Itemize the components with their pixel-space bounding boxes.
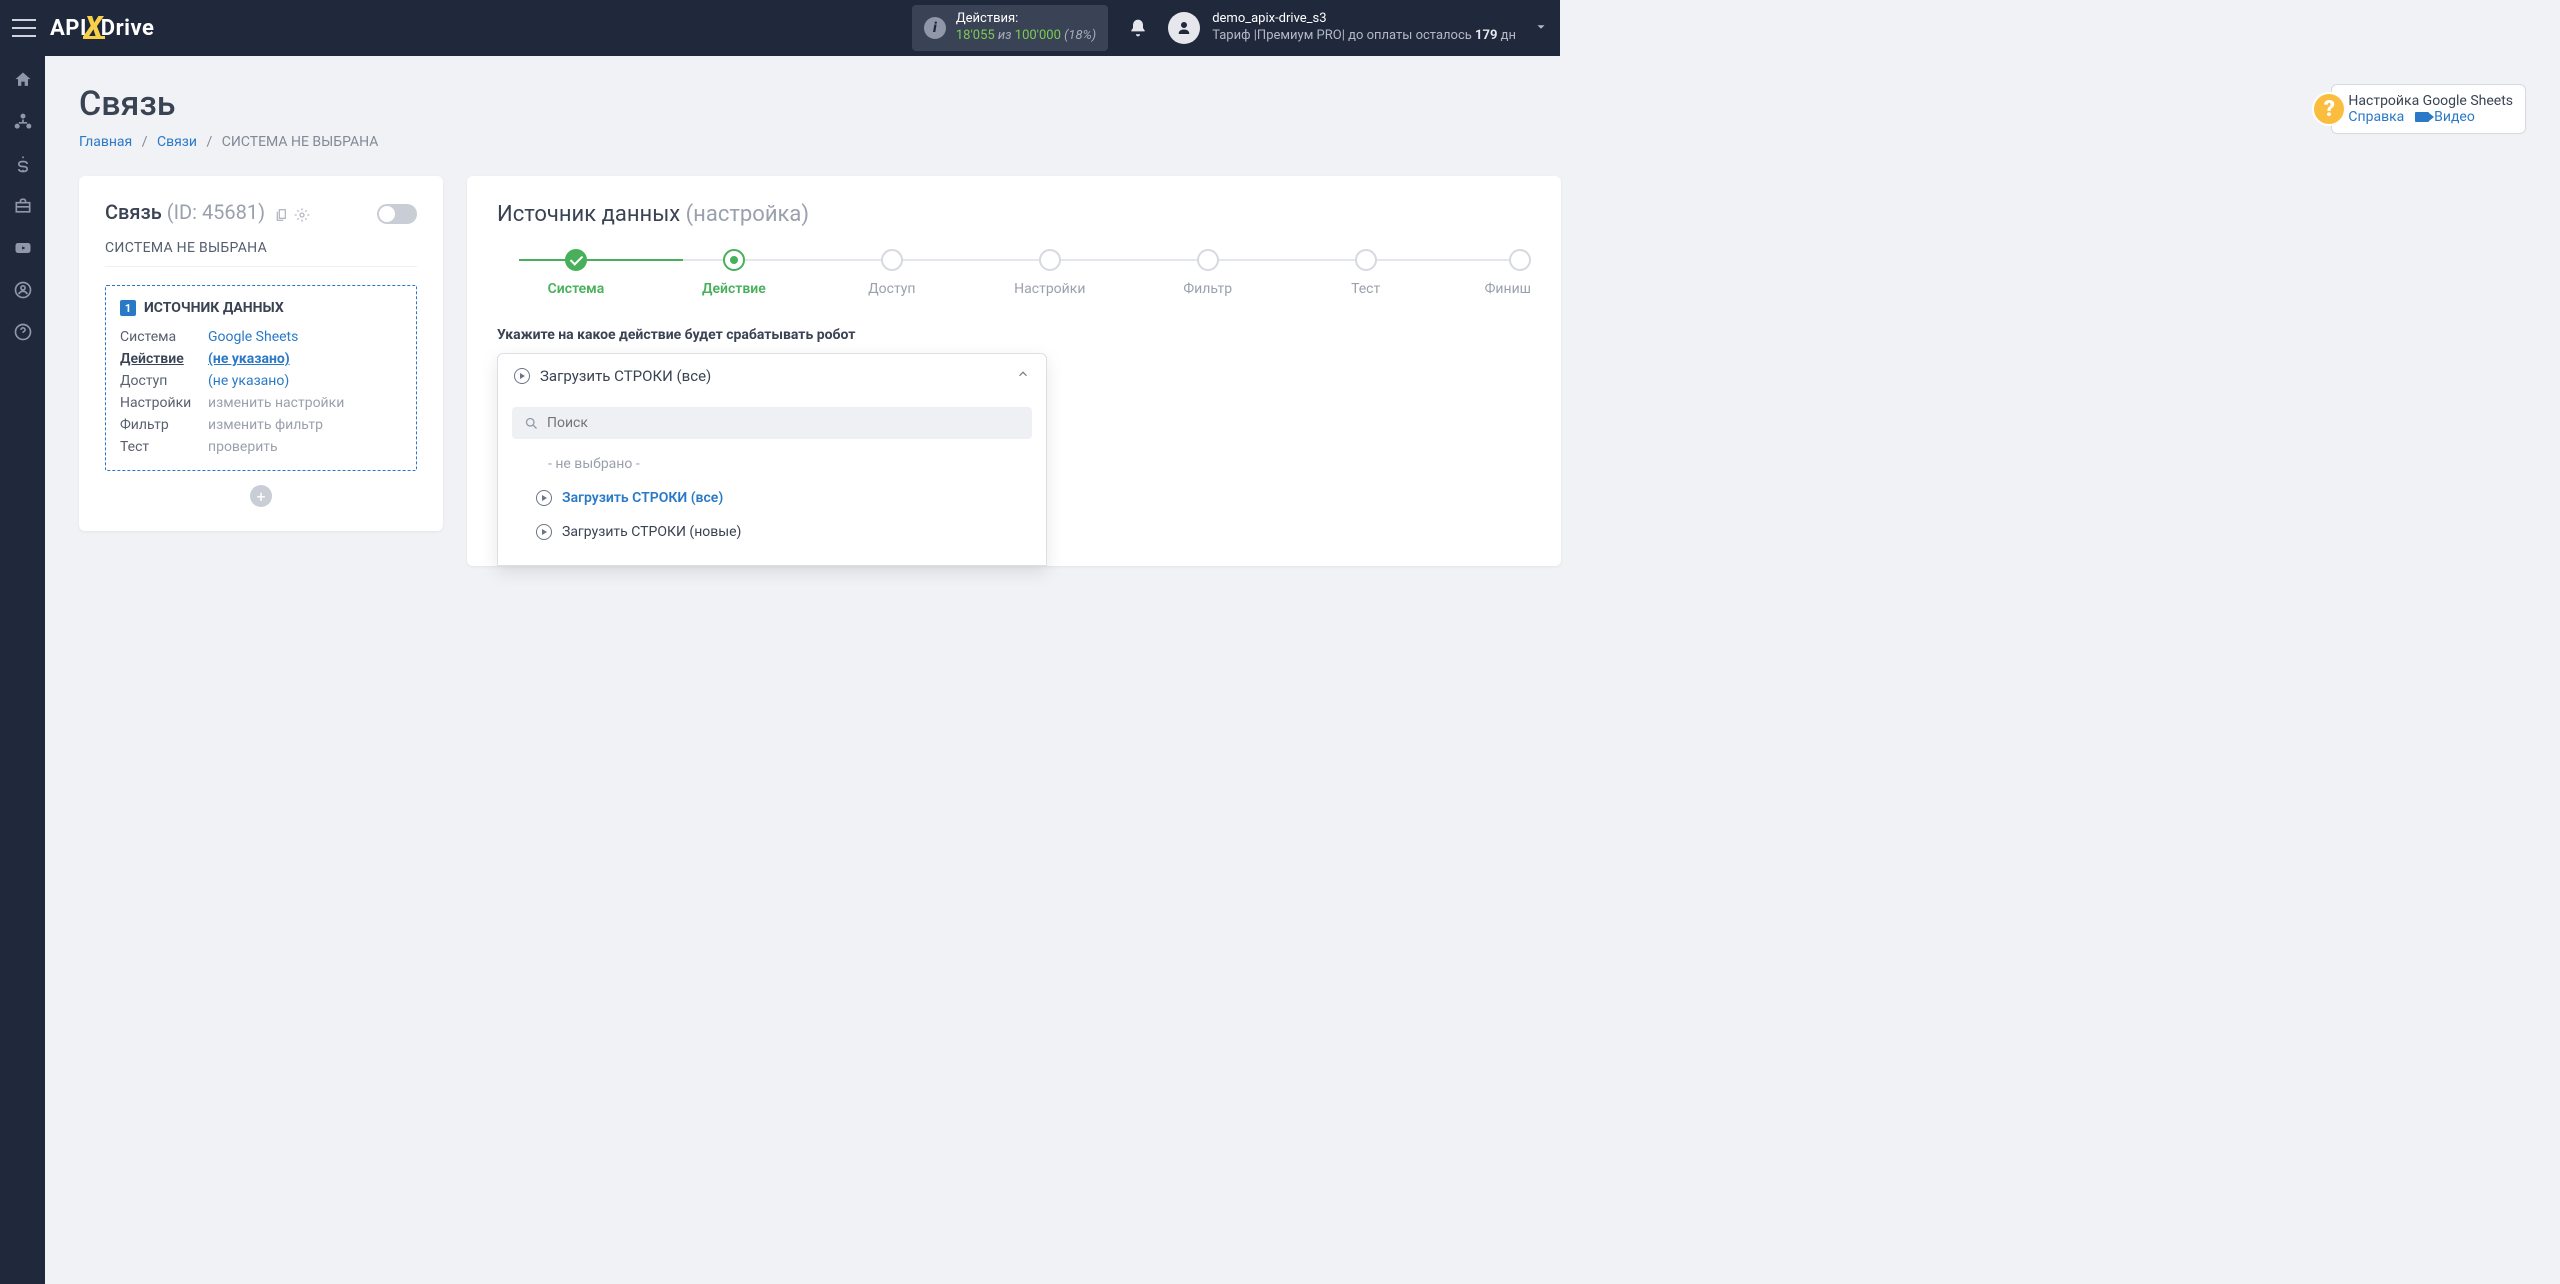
source-config-card: Источник данных (настройка) Система Дейс… [467,176,1561,566]
user-info[interactable]: demo_apix-drive_s3 Тариф |Премиум PRO| д… [1212,11,1516,45]
source-data-title: 1 ИСТОЧНИК ДАННЫХ [120,300,402,316]
help-title: Настройка Google Sheets [2348,93,2513,109]
actions-values: 18'055 из 100'000 (18%) [956,28,1096,45]
step-settings[interactable]: Настройки [971,249,1129,297]
search-icon [524,416,539,431]
action-selected-value: Загрузить СТРОКИ (все) [540,367,1016,385]
action-dropdown: - не выбрано - Загрузить СТРОКИ (все) За… [498,397,1046,565]
play-icon [514,368,530,384]
youtube-icon[interactable] [13,238,33,258]
play-icon [536,490,552,506]
step-system[interactable]: Система [497,249,655,297]
action-search-input[interactable] [547,415,1020,431]
user-menu-chevron-icon[interactable] [1534,19,1548,38]
gear-icon[interactable] [294,207,310,223]
row-action[interactable]: Действие (не указано) [120,348,402,370]
home-icon[interactable] [13,70,33,90]
action-select: Загрузить СТРОКИ (все) - не выбрано - За… [497,353,1047,566]
source-config-title: Источник данных (настройка) [497,202,1531,227]
connections-icon[interactable] [13,112,33,132]
user-name: demo_apix-drive_s3 [1212,11,1516,28]
actions-usage-block[interactable]: i Действия: 18'055 из 100'000 (18%) [912,5,1108,51]
step-access[interactable]: Доступ [813,249,971,297]
info-icon: i [924,17,946,39]
step-1-badge: 1 [120,300,136,316]
option-load-new[interactable]: Загрузить СТРОКИ (новые) [512,515,1032,549]
sidebar-nav [0,56,45,1284]
billing-icon[interactable] [13,154,33,174]
chevron-up-icon [1016,366,1030,385]
help-box: ? Настройка Google Sheets Справка Видео [2331,84,2526,134]
tariff-info: Тариф |Премиум PRO| до оплаты осталось 1… [1212,28,1516,45]
step-action[interactable]: Действие [655,249,813,297]
row-filter[interactable]: Фильтр изменить фильтр [120,414,402,436]
actions-label: Действия: [956,11,1096,28]
stepper: Система Действие Доступ Настройки Фильтр… [497,249,1531,297]
help-badge-icon[interactable]: ? [2312,92,2346,126]
user-avatar-icon[interactable] [1168,12,1200,44]
breadcrumb-current: СИСТЕМА НЕ ВЫБРАНА [222,134,379,150]
connection-card: Связь (ID: 45681) СИСТЕМА НЕ ВЫБРАНА 1 И… [79,176,443,531]
breadcrumb-home[interactable]: Главная [79,134,132,150]
add-destination-button[interactable]: + [250,485,272,507]
briefcase-icon[interactable] [13,196,33,216]
app-logo[interactable]: APIXDrive [50,12,154,45]
menu-toggle-button[interactable] [12,19,36,37]
option-none[interactable]: - не выбрано - [512,447,1032,481]
help-link[interactable]: Справка [2348,109,2404,125]
breadcrumb-links[interactable]: Связи [157,134,197,150]
help-icon[interactable] [13,322,33,342]
account-icon[interactable] [13,280,33,300]
step-test[interactable]: Тест [1287,249,1445,297]
app-header: APIXDrive i Действия: 18'055 из 100'000 … [0,0,1560,56]
source-data-box: 1 ИСТОЧНИК ДАННЫХ Система Google Sheets … [105,285,417,471]
connection-title: Связь (ID: 45681) [105,200,270,224]
video-icon [2415,112,2429,122]
notifications-icon[interactable] [1128,18,1148,38]
step-finish[interactable]: Финиш [1445,249,1531,297]
row-system[interactable]: Система Google Sheets [120,326,402,348]
action-select-head[interactable]: Загрузить СТРОКИ (все) [498,354,1046,397]
row-access[interactable]: Доступ (не указано) [120,370,402,392]
copy-icon[interactable] [274,207,290,223]
play-icon [536,524,552,540]
page-title: Связь [79,84,2526,124]
row-test[interactable]: Тест проверить [120,436,402,458]
video-link[interactable]: Видео [2434,109,2475,125]
connection-toggle[interactable] [377,204,417,224]
option-load-all[interactable]: Загрузить СТРОКИ (все) [512,481,1032,515]
action-search-box [512,407,1032,439]
action-section-label: Укажите на какое действие будет срабатыв… [497,327,1531,343]
main-content: Связь Главная / Связи / СИСТЕМА НЕ ВЫБРА… [45,56,2560,1284]
row-settings[interactable]: Настройки изменить настройки [120,392,402,414]
breadcrumb: Главная / Связи / СИСТЕМА НЕ ВЫБРАНА [79,134,2526,150]
step-filter[interactable]: Фильтр [1129,249,1287,297]
connection-sub-label: СИСТЕМА НЕ ВЫБРАНА [105,240,417,267]
